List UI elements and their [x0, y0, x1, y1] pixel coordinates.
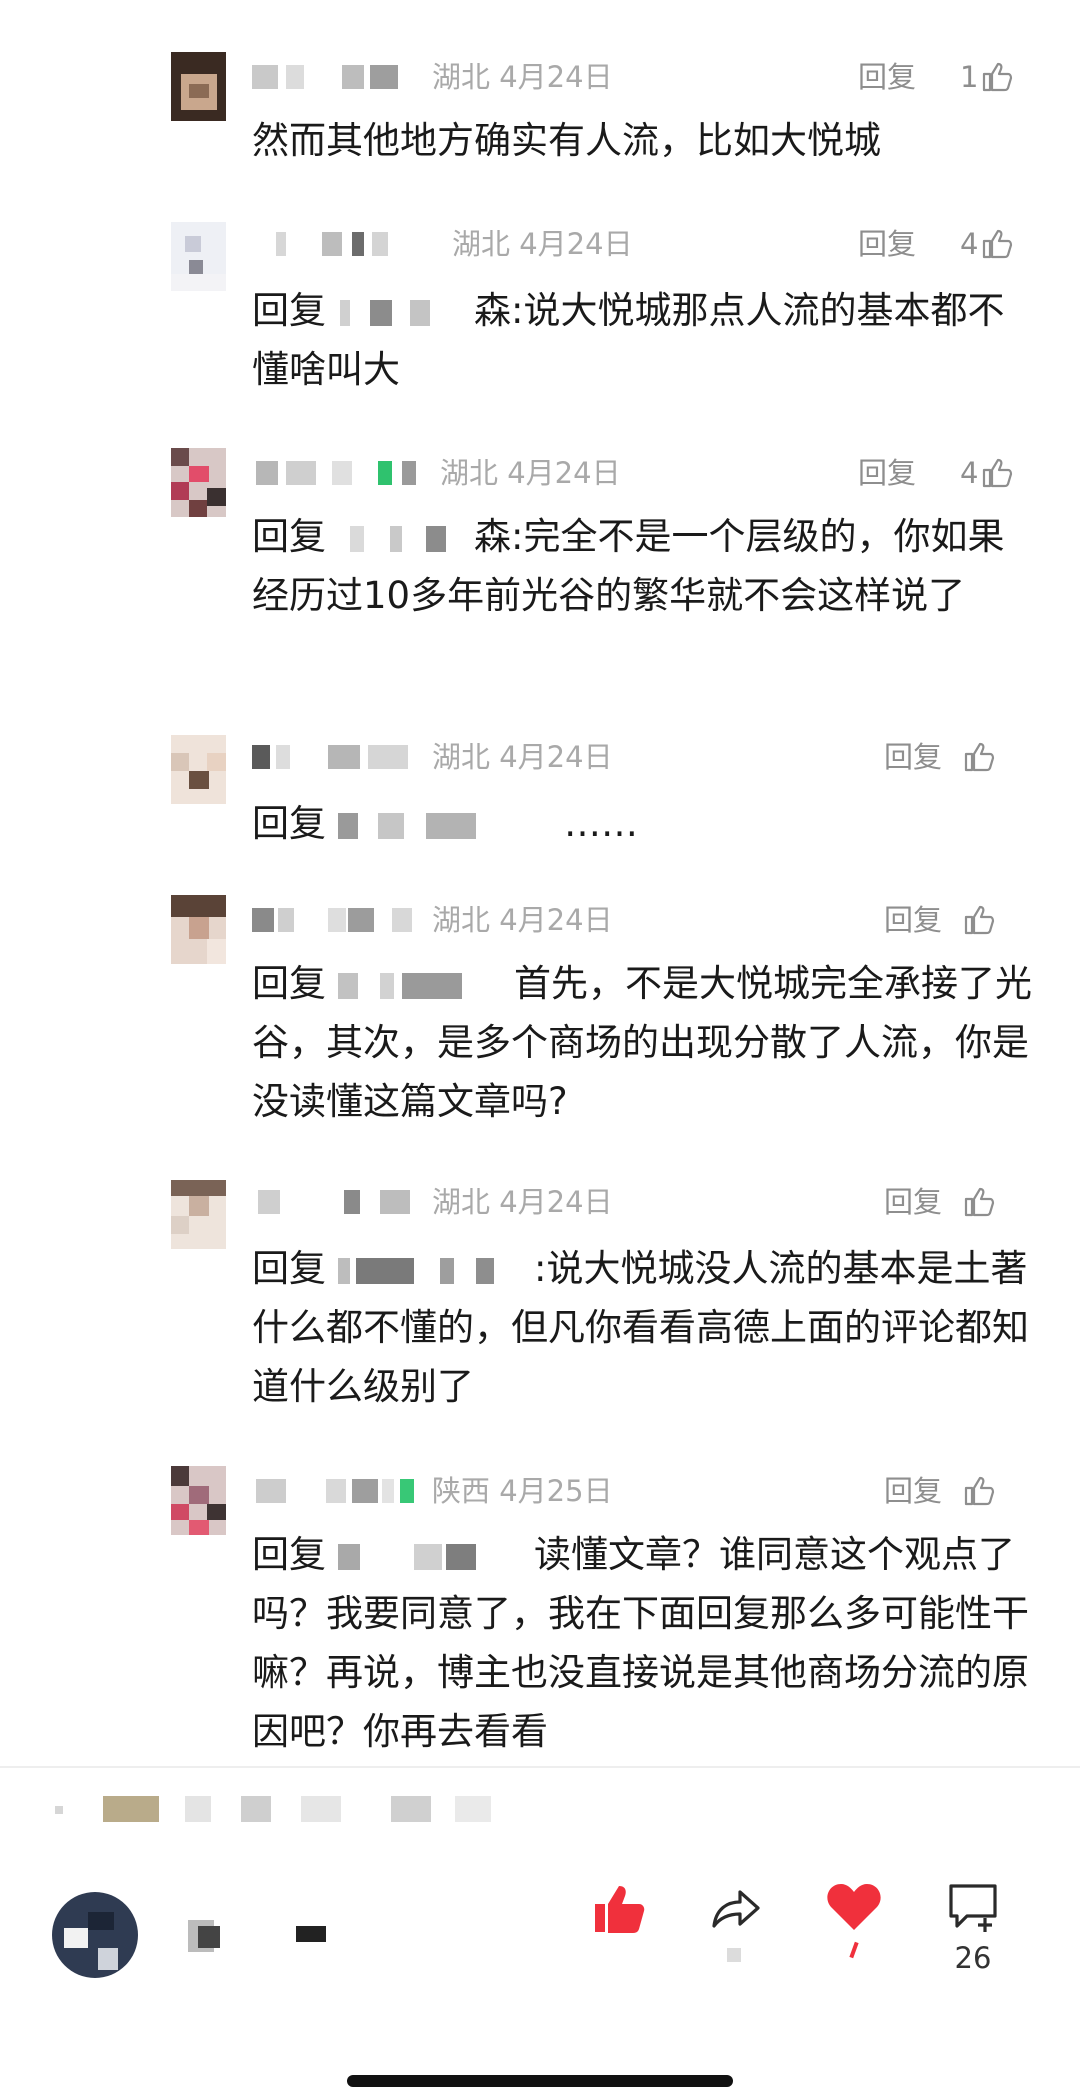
thumbs-up-icon — [983, 62, 1013, 92]
comment-text: 回复 读懂文章？谁同意这个观点了吗？我要同意了，我在下面回复那么多可能性干嘛？再说… — [252, 1533, 1029, 1753]
mention-tail: : — [534, 1247, 547, 1290]
like-button[interactable]: 4 — [960, 451, 1014, 495]
location-date: 湖北 4月24日 — [432, 60, 613, 94]
like-button[interactable] — [960, 1180, 996, 1224]
location-date: 湖北 4月24日 — [452, 227, 633, 261]
heart-icon — [827, 1884, 881, 1930]
avatar[interactable] — [171, 1180, 226, 1249]
mention-blurred[interactable] — [330, 524, 470, 554]
thumbs-up-icon — [595, 1886, 645, 1933]
reply-prefix: 回复 — [252, 962, 326, 1005]
avatar[interactable] — [171, 735, 226, 804]
avatar[interactable] — [171, 52, 226, 121]
favorite-action[interactable] — [814, 1880, 894, 1959]
location-date: 湖北 4月24日 — [432, 903, 613, 937]
username-blurred[interactable] — [252, 226, 424, 262]
share-action[interactable] — [694, 1880, 774, 1962]
reply-prefix: 回复 — [252, 289, 326, 332]
thumbs-up-icon — [964, 1476, 995, 1506]
avatar[interactable] — [171, 895, 226, 964]
reply-button[interactable]: 回复 — [884, 1180, 942, 1224]
username-blurred[interactable] — [252, 1473, 424, 1509]
reply-button[interactable]: 回复 — [858, 222, 916, 266]
divider — [0, 1766, 1080, 1768]
reply-prefix: 回复 — [252, 1533, 326, 1576]
comment-action[interactable]: 26 — [933, 1880, 1013, 1978]
username-blurred[interactable] — [188, 1916, 348, 1956]
thumbs-up-icon — [983, 458, 1013, 488]
reply-button[interactable]: 回复 — [858, 451, 916, 495]
share-icon — [712, 1890, 760, 1928]
comment-count: 26 — [954, 1941, 992, 1975]
blurred-strip — [55, 1790, 515, 1830]
mention-blurred[interactable] — [330, 971, 510, 1001]
username-blurred[interactable] — [252, 59, 424, 95]
reply-button[interactable]: 回复 — [884, 1469, 942, 1513]
thumbs-up-icon — [964, 742, 995, 772]
mention-tail: 森: — [474, 515, 524, 558]
comment-text: 回复…… — [252, 802, 638, 845]
like-button[interactable] — [960, 898, 996, 942]
mention-blurred[interactable] — [330, 1256, 530, 1286]
mention-blurred[interactable] — [330, 811, 560, 841]
username-blurred[interactable] — [252, 455, 424, 491]
reply-prefix: 回复 — [252, 1247, 326, 1290]
location-date: 湖北 4月24日 — [440, 456, 621, 490]
reply-prefix: 回复 — [252, 802, 326, 845]
reply-prefix: 回复 — [252, 515, 326, 558]
like-button[interactable]: 1 — [960, 55, 1014, 99]
avatar[interactable] — [171, 448, 226, 517]
username-blurred[interactable] — [252, 1184, 424, 1220]
user-avatar[interactable] — [50, 1890, 140, 1980]
location-date: 陕西 4月25日 — [432, 1474, 613, 1508]
thumbs-up-icon — [964, 1187, 995, 1217]
like-button[interactable] — [960, 1469, 996, 1513]
like-count: 1 — [960, 60, 979, 94]
like-action[interactable] — [578, 1880, 658, 1938]
mention-blurred[interactable] — [330, 1542, 530, 1572]
home-indicator[interactable] — [347, 2075, 733, 2087]
like-count: 4 — [960, 456, 979, 490]
reply-button[interactable]: 回复 — [884, 735, 942, 779]
avatar[interactable] — [171, 222, 226, 291]
comment-text: 回复 森:说大悦城那点人流的基本都不懂啥叫大 — [252, 289, 1005, 391]
thumbs-up-icon — [964, 905, 995, 935]
location-date: 湖北 4月24日 — [432, 740, 613, 774]
like-button[interactable]: 4 — [960, 222, 1014, 266]
mention-blurred[interactable] — [330, 298, 470, 328]
comment-text: 回复 首先，不是大悦城完全承接了光谷，其次，是多个商场的出现分散了人流，你是没读懂… — [252, 962, 1032, 1123]
thumbs-up-icon — [983, 229, 1013, 259]
like-button[interactable] — [960, 735, 996, 779]
like-count: 4 — [960, 227, 979, 261]
username-blurred[interactable] — [252, 739, 424, 775]
comment-text: 然而其他地方确实有人流，比如大悦城 — [252, 119, 881, 162]
reply-button[interactable]: 回复 — [858, 55, 916, 99]
comment-add-icon — [949, 1884, 997, 1932]
username-blurred[interactable] — [252, 902, 424, 938]
comment-text: 回复:说大悦城没人流的基本是土著什么都不懂的，但凡你看看高德上面的评论都知道什么… — [252, 1247, 1029, 1408]
avatar[interactable] — [171, 1466, 226, 1535]
mention-tail: 森: — [474, 289, 524, 332]
location-date: 湖北 4月24日 — [432, 1185, 613, 1219]
bottom-action-bar: 26 — [0, 1880, 1080, 2000]
comment-text: 回复 森:完全不是一个层级的，你如果经历过10多年前光谷的繁华就不会这样说了 — [252, 515, 1005, 617]
reply-button[interactable]: 回复 — [884, 898, 942, 942]
